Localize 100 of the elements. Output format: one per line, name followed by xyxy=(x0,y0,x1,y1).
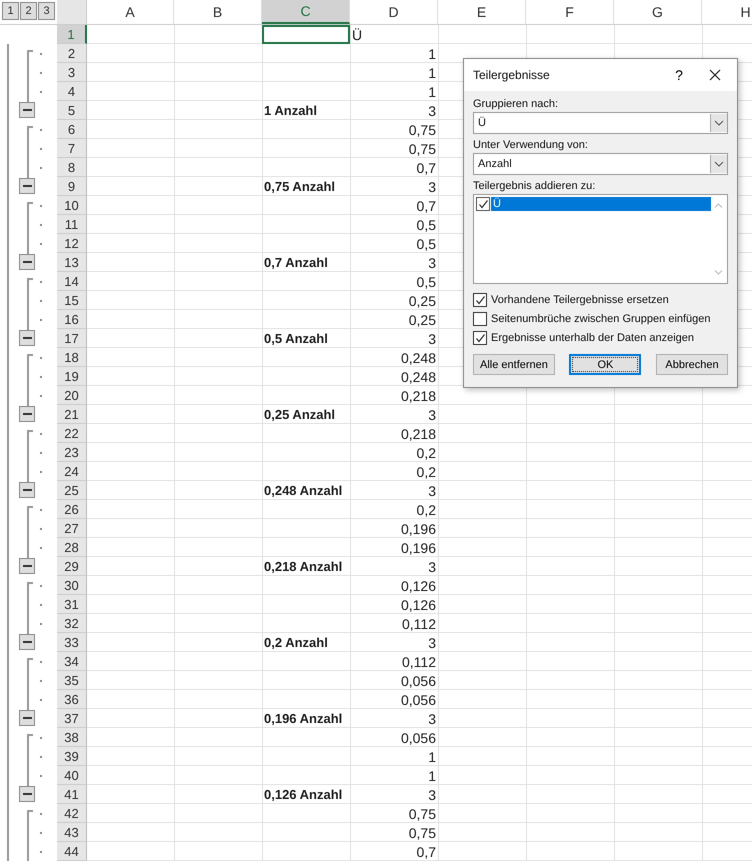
row-header[interactable]: 35 xyxy=(57,671,87,690)
cell-text: 0,112 xyxy=(402,616,436,632)
row-header[interactable]: 27 xyxy=(57,519,87,538)
row-header[interactable]: 40 xyxy=(57,766,87,785)
row-header[interactable]: 1 xyxy=(57,25,87,44)
row-header[interactable]: 39 xyxy=(57,747,87,766)
row-header[interactable]: 37 xyxy=(57,709,87,728)
row-header[interactable]: 13 xyxy=(57,253,87,272)
row-header[interactable]: 34 xyxy=(57,652,87,671)
row-header[interactable]: 10 xyxy=(57,196,87,215)
row-header[interactable]: 9 xyxy=(57,177,87,196)
row-header[interactable]: 8 xyxy=(57,158,87,177)
collapse-button[interactable] xyxy=(19,330,35,346)
row-header[interactable]: 12 xyxy=(57,234,87,253)
cell-text: 1 xyxy=(428,64,436,80)
cell-text: 0,248 Anzahl xyxy=(264,483,342,498)
collapse-button[interactable] xyxy=(19,558,35,574)
collapse-button[interactable] xyxy=(19,254,35,270)
row-header[interactable]: 4 xyxy=(57,82,87,101)
row-header[interactable]: 20 xyxy=(57,386,87,405)
row-header[interactable]: 42 xyxy=(57,804,87,823)
row-header[interactable]: 24 xyxy=(57,462,87,481)
field-label: Unter Verwendung von: xyxy=(473,139,589,151)
active-cell[interactable] xyxy=(262,25,350,44)
checkbox[interactable] xyxy=(476,197,490,211)
row-header[interactable]: 44 xyxy=(57,842,87,861)
cell-text: 1 xyxy=(428,748,436,764)
help-button[interactable]: ? xyxy=(661,61,697,89)
cell-text: 0,75 xyxy=(408,806,436,822)
collapse-button[interactable] xyxy=(19,178,35,194)
row-header[interactable]: 19 xyxy=(57,367,87,386)
column-header[interactable]: C xyxy=(262,0,350,24)
outline-level-button[interactable]: 2 xyxy=(20,2,37,20)
cell-text: 3 xyxy=(428,406,436,422)
cell-text: 3 xyxy=(428,786,436,802)
row-header[interactable]: 36 xyxy=(57,690,87,709)
checkbox-label[interactable]: Vorhandene Teilergebnisse ersetzen xyxy=(491,294,669,306)
cell-text: 0,7 Anzahl xyxy=(264,255,328,270)
row-header[interactable]: 23 xyxy=(57,443,87,462)
collapse-button[interactable] xyxy=(19,634,35,650)
row-header[interactable]: 3 xyxy=(57,63,87,82)
row-header[interactable]: 11 xyxy=(57,215,87,234)
row-header[interactable]: 31 xyxy=(57,595,87,614)
cell-text: 0,056 xyxy=(400,692,436,708)
function-dropdown[interactable]: Anzahl xyxy=(473,153,728,175)
row-header[interactable]: 32 xyxy=(57,614,87,633)
row-header[interactable]: 43 xyxy=(57,823,87,842)
collapse-button[interactable] xyxy=(19,710,35,726)
checkbox[interactable] xyxy=(473,293,487,307)
row-header[interactable]: 6 xyxy=(57,120,87,139)
row-header[interactable]: 25 xyxy=(57,481,87,500)
dialog-button[interactable]: Alle entfernen xyxy=(473,354,555,375)
row-header[interactable]: 28 xyxy=(57,538,87,557)
checkbox-label[interactable]: Ergebnisse unterhalb der Daten anzeigen xyxy=(491,332,694,344)
cell-text: 0,196 Anzahl xyxy=(264,711,342,726)
cell-text: 0,2 xyxy=(416,444,436,460)
row-header[interactable]: 15 xyxy=(57,291,87,310)
cell-text: 0,25 Anzahl xyxy=(264,407,336,422)
row-header[interactable]: 33 xyxy=(57,633,87,652)
row-header[interactable]: 21 xyxy=(57,405,87,424)
cell-text: 0,25 xyxy=(408,292,436,308)
row-header[interactable]: 17 xyxy=(57,329,87,348)
checkbox-label[interactable]: Seitenumbrüche zwischen Gruppen einfügen xyxy=(491,313,711,325)
row-header[interactable]: 7 xyxy=(57,139,87,158)
checkbox[interactable] xyxy=(473,312,487,326)
cell-text: 1 xyxy=(428,84,436,100)
column-list[interactable]: Ü xyxy=(473,194,728,284)
outline-level-button[interactable]: 3 xyxy=(38,2,55,20)
row-header[interactable]: 29 xyxy=(57,557,87,576)
cell-text: 0,2 Anzahl xyxy=(264,635,328,650)
cell-text: 0,5 Anzahl xyxy=(264,331,328,346)
collapse-button[interactable] xyxy=(19,102,35,118)
collapse-button[interactable] xyxy=(19,786,35,802)
cell-text: 3 xyxy=(428,330,436,346)
checkbox[interactable] xyxy=(473,331,487,345)
cell-text: 0,75 Anzahl xyxy=(264,179,336,194)
cell-text: 1 Anzahl xyxy=(264,103,317,118)
dialog-button[interactable]: OK xyxy=(569,354,642,375)
outline-level-button[interactable]: 1 xyxy=(2,2,19,20)
cell-text: 0,218 xyxy=(400,426,436,442)
row-header[interactable]: 18 xyxy=(57,348,87,367)
group-by-dropdown[interactable]: Ü xyxy=(473,112,728,134)
collapse-button[interactable] xyxy=(19,482,35,498)
cell-text: 1 xyxy=(428,46,436,62)
row-header[interactable]: 22 xyxy=(57,424,87,443)
row-header[interactable]: 14 xyxy=(57,272,87,291)
field-label: Teilergebnis addieren zu: xyxy=(473,180,596,192)
cell-text: 3 xyxy=(428,558,436,574)
row-header[interactable]: 16 xyxy=(57,310,87,329)
cell-text: 0,25 xyxy=(408,312,436,328)
row-header[interactable]: 38 xyxy=(57,728,87,747)
list-item[interactable]: Ü xyxy=(491,197,711,211)
row-header[interactable]: 30 xyxy=(57,576,87,595)
row-header[interactable]: 41 xyxy=(57,785,87,804)
collapse-button[interactable] xyxy=(19,406,35,422)
cell-text: 0,248 xyxy=(400,368,436,384)
row-header[interactable]: 5 xyxy=(57,101,87,120)
row-header[interactable]: 26 xyxy=(57,500,87,519)
dialog-button[interactable]: Abbrechen xyxy=(656,354,728,375)
row-header[interactable]: 2 xyxy=(57,44,87,63)
